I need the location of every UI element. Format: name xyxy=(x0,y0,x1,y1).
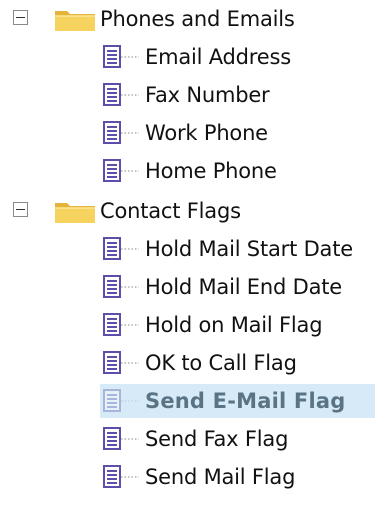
folder-icon xyxy=(54,7,98,33)
tree-item-label: Send E-Mail Flag xyxy=(145,389,346,413)
tree-group-label: Contact Flags xyxy=(100,199,241,223)
tree-item-send-email-flag[interactable]: Send E-Mail Flag xyxy=(0,384,392,418)
tree-group-phones-and-emails[interactable]: Phones and Emails xyxy=(0,2,392,36)
field-icon xyxy=(103,388,143,414)
field-icon xyxy=(103,426,143,452)
field-icon xyxy=(103,82,143,108)
field-icon xyxy=(103,44,143,70)
folder-icon xyxy=(54,199,98,225)
tree-item-label: Fax Number xyxy=(145,83,270,107)
tree-item-label: Work Phone xyxy=(145,121,268,145)
field-icon xyxy=(103,120,143,146)
tree-item-label: OK to Call Flag xyxy=(145,351,297,375)
tree-item-home-phone[interactable]: Home Phone xyxy=(0,154,392,188)
tree-item-hold-mail-end-date[interactable]: Hold Mail End Date xyxy=(0,270,392,304)
field-icon xyxy=(103,158,143,184)
field-icon xyxy=(103,464,143,490)
tree-group-contact-flags[interactable]: Contact Flags xyxy=(0,194,392,228)
collapse-toggle-icon[interactable] xyxy=(13,10,28,25)
tree-item-hold-mail-start-date[interactable]: Hold Mail Start Date xyxy=(0,232,392,266)
tree-item-label: Hold Mail Start Date xyxy=(145,237,353,261)
tree-item-hold-on-mail-flag[interactable]: Hold on Mail Flag xyxy=(0,308,392,342)
field-tree: Phones and Emails Email Address Fax Numb… xyxy=(0,0,392,517)
tree-item-send-mail-flag[interactable]: Send Mail Flag xyxy=(0,460,392,494)
field-icon xyxy=(103,350,143,376)
field-icon xyxy=(103,236,143,262)
tree-item-fax-number[interactable]: Fax Number xyxy=(0,78,392,112)
tree-item-work-phone[interactable]: Work Phone xyxy=(0,116,392,150)
tree-item-send-fax-flag[interactable]: Send Fax Flag xyxy=(0,422,392,456)
tree-item-label: Home Phone xyxy=(145,159,277,183)
tree-item-email-address[interactable]: Email Address xyxy=(0,40,392,74)
field-icon xyxy=(103,312,143,338)
tree-item-label: Email Address xyxy=(145,45,291,69)
tree-item-label: Hold on Mail Flag xyxy=(145,313,323,337)
tree-item-label: Send Mail Flag xyxy=(145,465,296,489)
tree-group-label: Phones and Emails xyxy=(100,7,295,31)
tree-item-ok-to-call-flag[interactable]: OK to Call Flag xyxy=(0,346,392,380)
tree-item-label: Send Fax Flag xyxy=(145,427,289,451)
field-icon xyxy=(103,274,143,300)
tree-item-label: Hold Mail End Date xyxy=(145,275,342,299)
collapse-toggle-icon[interactable] xyxy=(13,202,28,217)
